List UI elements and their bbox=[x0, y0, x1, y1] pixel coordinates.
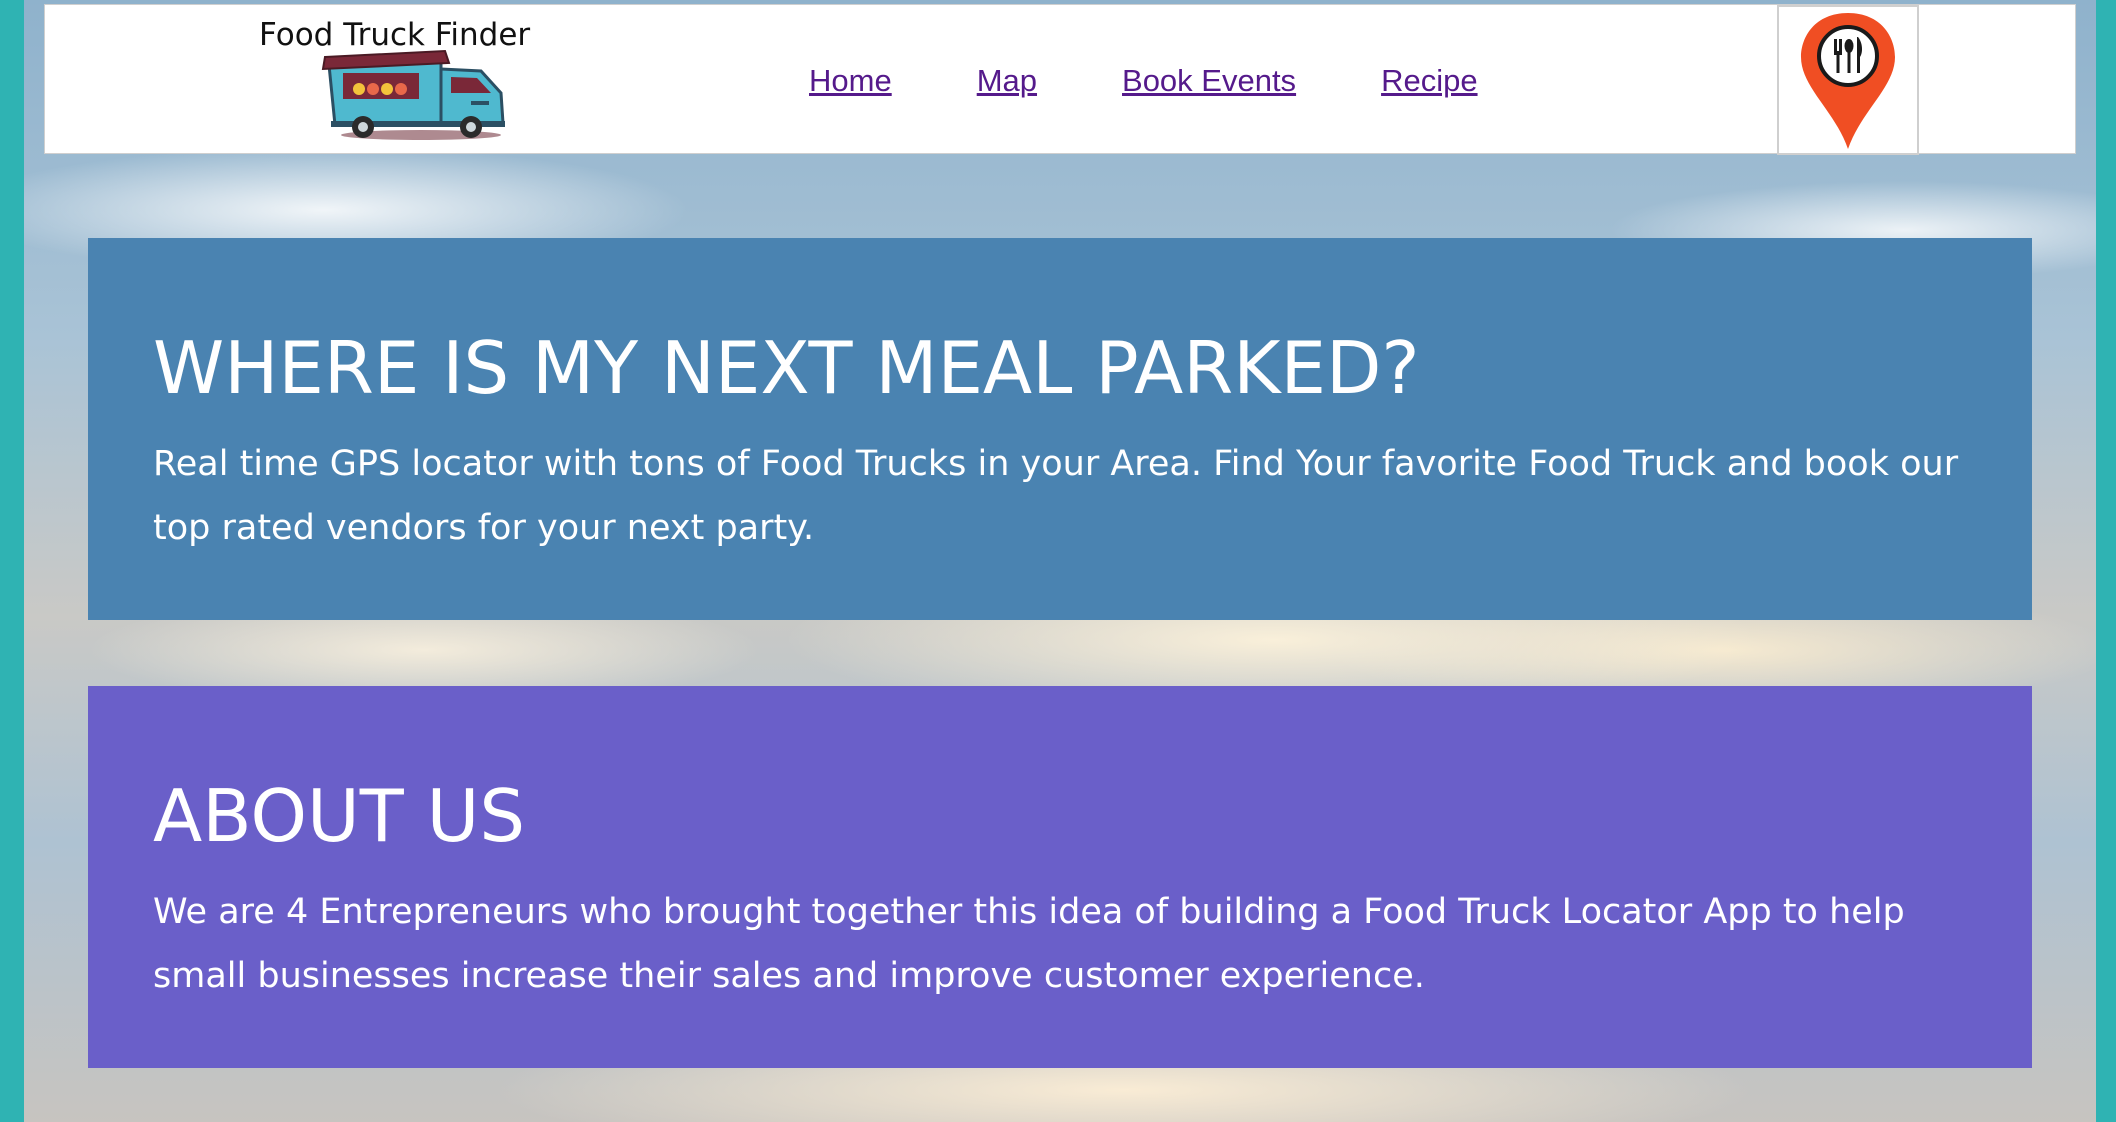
hero-heading: WHERE IS MY NEXT MEAL PARKED? bbox=[153, 326, 1420, 410]
about-description: We are 4 Entrepreneurs who brought toget… bbox=[153, 892, 1905, 996]
page-background: Food Truck Finder Home Map Book Events R… bbox=[24, 0, 2096, 1122]
nav-map-link[interactable]: Map bbox=[977, 63, 1037, 99]
main-nav: Home Map Book Events Recipe bbox=[809, 63, 1478, 99]
about-heading: ABOUT US bbox=[153, 774, 526, 858]
hero-description: Real time GPS locator with tons of Food … bbox=[153, 444, 1959, 548]
hero-panel: WHERE IS MY NEXT MEAL PARKED? Real time … bbox=[88, 238, 2032, 620]
nav-recipe-link[interactable]: Recipe bbox=[1381, 63, 1478, 99]
location-pin-button[interactable] bbox=[1777, 5, 1919, 155]
about-panel: ABOUT US We are 4 Entrepreneurs who brou… bbox=[88, 686, 2032, 1068]
nav-home-link[interactable]: Home bbox=[809, 63, 892, 99]
food-truck-icon[interactable] bbox=[321, 43, 511, 143]
nav-book-events-link[interactable]: Book Events bbox=[1122, 63, 1296, 99]
map-pin-utensils-icon bbox=[1801, 13, 1895, 149]
top-navbar: Food Truck Finder Home Map Book Events R… bbox=[44, 4, 2076, 155]
